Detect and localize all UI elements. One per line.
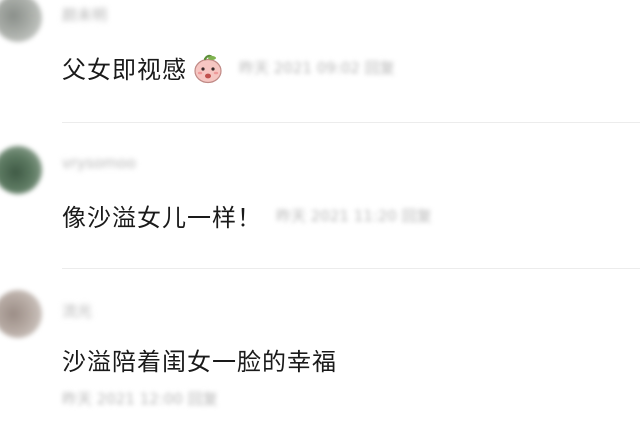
comment-meta[interactable]: 昨天 2021 09:02 回复: [239, 57, 395, 78]
comment-author[interactable]: vrysomoo: [62, 154, 136, 172]
comment-text: 像沙溢女儿一样！: [62, 204, 262, 232]
avatar[interactable]: [0, 0, 42, 42]
comment-meta[interactable]: 昨天 2021 12:00 回复: [62, 388, 218, 409]
comment-meta[interactable]: 昨天 2021 11:20 回复: [276, 205, 432, 226]
comment-body: 像沙溢女儿一样！ 昨天 2021 11:20 回复: [62, 198, 432, 233]
comment-list: 颜未明 父女即视感 昨天 2021 09:02 回复 vrysomoo 像沙溢女…: [0, 0, 640, 422]
divider: [62, 268, 640, 269]
comment-author[interactable]: 颜未明: [62, 4, 107, 25]
comment-author[interactable]: 流光: [62, 300, 92, 321]
peach-face-emoji-icon: [191, 51, 225, 85]
comment-text: 父女即视感: [62, 56, 187, 84]
avatar[interactable]: [0, 146, 42, 194]
divider: [62, 122, 640, 123]
avatar[interactable]: [0, 290, 42, 338]
comment-body: 父女即视感 昨天 2021 09:02 回复: [62, 50, 395, 85]
comment-body: 沙溢陪着闺女一脸的幸福: [62, 342, 337, 377]
comment-text: 沙溢陪着闺女一脸的幸福: [62, 348, 337, 376]
